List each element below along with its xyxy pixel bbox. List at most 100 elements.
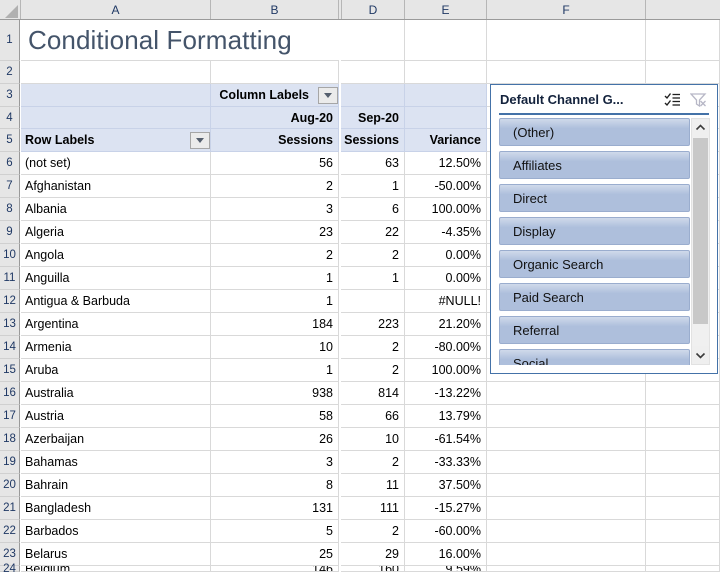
row-header-20[interactable]: 20 (0, 474, 20, 497)
row-header-22[interactable]: 22 (0, 520, 20, 543)
scrollbar-thumb[interactable] (693, 138, 708, 324)
row-header-17[interactable]: 17 (0, 405, 20, 428)
row-header-21[interactable]: 21 (0, 497, 20, 520)
table-cell-sep-r6[interactable]: 63 (341, 152, 405, 175)
table-cell-label-r24[interactable]: Belgium (21, 566, 211, 572)
table-cell-aug-r10[interactable]: 2 (211, 244, 339, 267)
table-cell-f-r16[interactable] (487, 382, 646, 405)
pivot-cell-a4[interactable] (21, 107, 211, 129)
table-cell-aug-r11[interactable]: 1 (211, 267, 339, 290)
slicer-item-referral[interactable]: Referral (499, 316, 690, 344)
slicer-item-paid-search[interactable]: Paid Search (499, 283, 690, 311)
table-cell-variance-r24[interactable]: 9.59% (405, 566, 487, 572)
table-cell-variance-r10[interactable]: 0.00% (405, 244, 487, 267)
table-cell-variance-r23[interactable]: 16.00% (405, 543, 487, 566)
table-cell-variance-r17[interactable]: 13.79% (405, 405, 487, 428)
table-cell-g-r21[interactable] (646, 497, 720, 520)
table-cell-f-r24[interactable] (487, 566, 646, 572)
row-header-16[interactable]: 16 (0, 382, 20, 405)
table-cell-aug-r18[interactable]: 26 (211, 428, 339, 451)
row-header-14[interactable]: 14 (0, 336, 20, 359)
table-cell-variance-r22[interactable]: -60.00% (405, 520, 487, 543)
column-header-b[interactable]: B (211, 0, 339, 19)
slicer-scrollbar[interactable] (691, 118, 710, 365)
table-cell-aug-r24[interactable]: 146 (211, 566, 339, 572)
table-cell-sep-r23[interactable]: 29 (341, 543, 405, 566)
table-cell-variance-r11[interactable]: 0.00% (405, 267, 487, 290)
table-cell-aug-r20[interactable]: 8 (211, 474, 339, 497)
table-cell-g-r17[interactable] (646, 405, 720, 428)
table-cell-variance-r6[interactable]: 12.50% (405, 152, 487, 175)
row-header-11[interactable]: 11 (0, 267, 20, 290)
table-cell-variance-r13[interactable]: 21.20% (405, 313, 487, 336)
table-cell-sep-r21[interactable]: 111 (341, 497, 405, 520)
table-cell-aug-r21[interactable]: 131 (211, 497, 339, 520)
row-header-18[interactable]: 18 (0, 428, 20, 451)
table-cell-variance-r20[interactable]: 37.50% (405, 474, 487, 497)
table-cell-variance-r19[interactable]: -33.33% (405, 451, 487, 474)
table-cell-sep-r20[interactable]: 11 (341, 474, 405, 497)
table-cell-f-r20[interactable] (487, 474, 646, 497)
pivot-cell-e4[interactable] (405, 107, 487, 129)
table-cell-aug-r6[interactable]: 56 (211, 152, 339, 175)
table-cell-aug-r22[interactable]: 5 (211, 520, 339, 543)
table-cell-label-r18[interactable]: Azerbaijan (21, 428, 211, 451)
table-cell-sep-r22[interactable]: 2 (341, 520, 405, 543)
table-cell-label-r6[interactable]: (not set) (21, 152, 211, 175)
pivot-period-aug[interactable]: Aug-20 (211, 107, 339, 129)
table-cell-label-r17[interactable]: Austria (21, 405, 211, 428)
table-cell-label-r10[interactable]: Angola (21, 244, 211, 267)
table-cell-f-r17[interactable] (487, 405, 646, 428)
cell-row2-col2[interactable] (341, 61, 405, 84)
slicer-item-other[interactable]: (Other) (499, 118, 690, 146)
row-header-3[interactable]: 3 (0, 84, 20, 107)
table-cell-sep-r12[interactable] (341, 290, 405, 313)
table-cell-sep-r11[interactable]: 1 (341, 267, 405, 290)
pivot-cell-a3[interactable] (21, 84, 211, 107)
table-cell-aug-r17[interactable]: 58 (211, 405, 339, 428)
table-cell-f-r19[interactable] (487, 451, 646, 474)
table-cell-variance-r7[interactable]: -50.00% (405, 175, 487, 198)
table-cell-label-r12[interactable]: Antigua & Barbuda (21, 290, 211, 313)
row-header-7[interactable]: 7 (0, 175, 20, 198)
table-cell-variance-r14[interactable]: -80.00% (405, 336, 487, 359)
column-header-g[interactable] (646, 0, 720, 19)
table-cell-sep-r17[interactable]: 66 (341, 405, 405, 428)
row-header-13[interactable]: 13 (0, 313, 20, 336)
table-cell-variance-r15[interactable]: 100.00% (405, 359, 487, 382)
table-cell-label-r8[interactable]: Albania (21, 198, 211, 221)
row-header-6[interactable]: 6 (0, 152, 20, 175)
cell-row2-col4[interactable] (487, 61, 646, 84)
table-cell-label-r19[interactable]: Bahamas (21, 451, 211, 474)
table-cell-label-r13[interactable]: Argentina (21, 313, 211, 336)
table-cell-g-r20[interactable] (646, 474, 720, 497)
table-cell-aug-r12[interactable]: 1 (211, 290, 339, 313)
table-cell-sep-r24[interactable]: 160 (341, 566, 405, 572)
pivot-period-sep[interactable]: Sep-20 (341, 107, 405, 129)
table-cell-variance-r21[interactable]: -15.27% (405, 497, 487, 520)
row-header-1[interactable]: 1 (0, 20, 20, 61)
cell-row1-col3[interactable] (405, 20, 487, 61)
row-header-12[interactable]: 12 (0, 290, 20, 313)
table-cell-aug-r8[interactable]: 3 (211, 198, 339, 221)
table-cell-g-r19[interactable] (646, 451, 720, 474)
row-header-4[interactable]: 4 (0, 107, 20, 129)
cell-row1-col4[interactable] (487, 20, 646, 61)
row-header-24[interactable]: 24 (0, 563, 20, 575)
chevron-up-icon[interactable] (692, 119, 709, 137)
table-cell-label-r21[interactable]: Bangladesh (21, 497, 211, 520)
table-cell-variance-r16[interactable]: -13.22% (405, 382, 487, 405)
clear-filter-icon[interactable] (690, 92, 707, 107)
pivot-cell-e3[interactable] (405, 84, 487, 107)
table-cell-f-r18[interactable] (487, 428, 646, 451)
table-cell-sep-r9[interactable]: 22 (341, 221, 405, 244)
column-header-a[interactable]: A (21, 0, 211, 19)
cell-row1-col5[interactable] (646, 20, 720, 61)
column-header-f[interactable]: F (487, 0, 646, 19)
table-cell-variance-r18[interactable]: -61.54% (405, 428, 487, 451)
table-cell-aug-r23[interactable]: 25 (211, 543, 339, 566)
pivot-cell-d3[interactable] (341, 84, 405, 107)
table-cell-aug-r15[interactable]: 1 (211, 359, 339, 382)
cell-row2-col5[interactable] (646, 61, 720, 84)
slicer-item-affiliates[interactable]: Affiliates (499, 151, 690, 179)
